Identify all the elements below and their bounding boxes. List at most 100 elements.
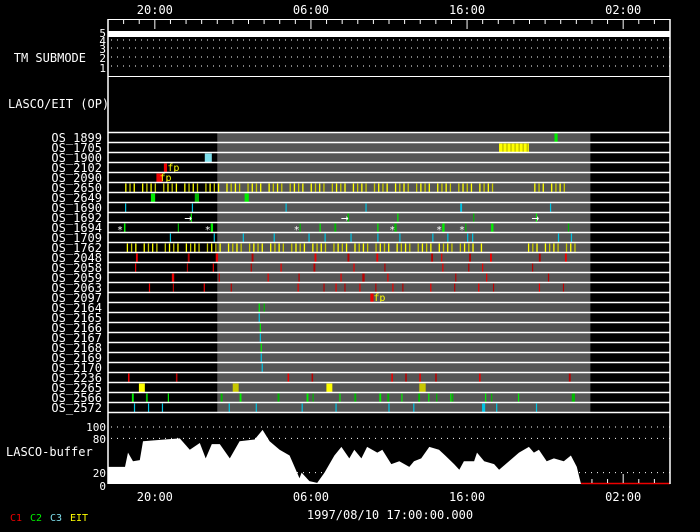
event-tick	[438, 243, 440, 252]
event-mark	[210, 223, 214, 232]
event-tick	[331, 183, 334, 192]
event-mark	[478, 283, 480, 292]
event-tick	[534, 183, 536, 192]
event-tick	[407, 183, 409, 192]
event-block-stripe	[526, 143, 529, 152]
event-tick	[232, 243, 234, 252]
event-mark	[308, 233, 310, 242]
event-tick	[458, 183, 460, 192]
event-tick	[281, 183, 283, 192]
event-tick	[553, 243, 555, 252]
event-tick	[291, 243, 293, 252]
event-mark	[359, 283, 361, 292]
event-tick	[366, 243, 369, 252]
event-tick	[189, 243, 192, 252]
event-mark	[313, 263, 316, 272]
event-tick	[268, 183, 270, 192]
event-mark	[299, 223, 301, 232]
event-tick	[345, 243, 348, 252]
event-mark	[571, 393, 575, 402]
event-mark	[186, 263, 189, 272]
event-mark	[335, 283, 337, 292]
event-mark	[460, 203, 463, 212]
event-mark	[306, 393, 309, 402]
event-tick	[282, 243, 284, 252]
event-tick	[437, 183, 439, 192]
event-tick	[164, 243, 166, 252]
event-tick	[416, 183, 418, 192]
event-tick	[272, 183, 274, 192]
event-tick	[479, 183, 481, 192]
buffer-panel-label: LASCO-buffer	[6, 445, 93, 459]
event-mark	[228, 403, 230, 412]
asterisk-marker: *	[436, 225, 442, 236]
event-mark	[538, 253, 541, 262]
event-tick	[274, 243, 276, 252]
legend-item-c1: C1	[10, 513, 22, 524]
event-mark	[567, 223, 570, 232]
event-mark	[350, 233, 352, 242]
event-mark	[491, 393, 493, 402]
event-mark	[531, 263, 534, 272]
event-tick	[358, 243, 360, 252]
event-tick	[323, 183, 325, 192]
event-tick	[295, 243, 297, 252]
event-tick	[312, 243, 314, 252]
event-tick	[421, 243, 424, 252]
event-mark	[435, 373, 437, 382]
bottom-axis-label: 02:00	[605, 490, 641, 504]
event-tick	[565, 243, 568, 252]
event-tick	[260, 183, 262, 192]
event-tick	[549, 243, 551, 252]
event-mark	[377, 223, 379, 232]
event-mark	[148, 283, 151, 292]
event-tick	[472, 243, 474, 252]
arrow-marker	[184, 216, 192, 221]
event-tick	[217, 183, 220, 192]
event-tick	[356, 183, 359, 192]
event-tick	[194, 243, 196, 252]
event-mark	[297, 283, 299, 292]
event-mark	[391, 373, 393, 382]
event-tick	[420, 183, 422, 192]
event-tick	[404, 243, 407, 252]
event-tick	[251, 183, 253, 192]
event-block-stripe	[506, 143, 508, 152]
event-tick	[341, 243, 343, 252]
event-mark	[287, 373, 290, 382]
event-tick	[156, 243, 158, 252]
event-mark	[485, 393, 487, 402]
event-mark	[135, 253, 138, 262]
event-mark	[177, 223, 179, 232]
event-tick	[365, 183, 367, 192]
event-tick	[570, 243, 572, 252]
event-mark	[482, 403, 486, 412]
submode-level-label: 1	[99, 62, 106, 75]
event-mark	[251, 253, 254, 262]
event-tick	[146, 183, 148, 192]
event-mark	[418, 393, 421, 402]
event-tick	[184, 183, 186, 192]
event-tick	[451, 243, 453, 252]
event-mark	[312, 393, 314, 402]
asterisk-marker: *	[117, 225, 123, 236]
event-mark	[419, 373, 421, 382]
event-tick	[425, 243, 428, 252]
event-tick	[196, 183, 199, 192]
buffer-y-tick-label: 80	[93, 433, 106, 446]
event-tick	[538, 183, 540, 192]
event-tick	[375, 243, 377, 252]
event-mark	[242, 233, 244, 242]
event-mark	[133, 403, 136, 412]
event-mark	[258, 303, 260, 312]
event-tick	[449, 183, 452, 192]
event-tick	[536, 243, 538, 252]
asterisk-marker: *	[459, 225, 465, 236]
event-mark	[127, 373, 130, 382]
event-tick	[219, 243, 221, 252]
event-mark	[244, 193, 249, 202]
event-mark	[261, 363, 263, 372]
event-mark	[175, 373, 178, 382]
event-tick	[394, 183, 397, 192]
event-tick	[205, 183, 207, 192]
